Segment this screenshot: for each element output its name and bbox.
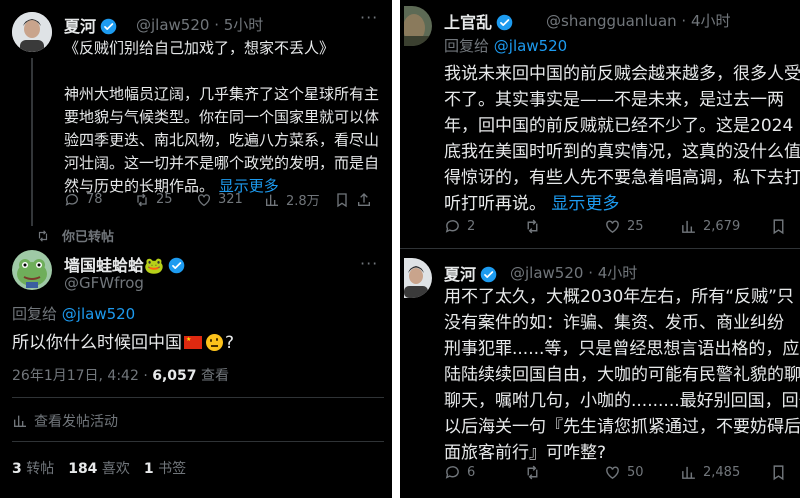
views-chart-icon xyxy=(266,194,278,206)
reply-to-line: 回复给 @jlaw520 xyxy=(12,305,136,323)
verified-badge-icon xyxy=(496,14,513,35)
divider xyxy=(400,248,800,249)
views-chart-icon xyxy=(682,466,695,479)
engagement-counts: 3 转帖 184 喜欢 1 书签 xyxy=(12,458,186,478)
tweet-text: 《反贼们别给自己加戏了，想家不丢人》 神州大地幅员辽阔，几乎集齐了这个星球所有主… xyxy=(64,39,380,195)
reply-button[interactable]: 6 xyxy=(444,464,524,481)
reply-button[interactable]: 78 xyxy=(64,192,134,208)
tweet-text: 我说未来回中国的前反贼会越来越多，很多人受 不了。其实事实是——不是未来，是过去… xyxy=(444,64,800,214)
tweet-actions: 2 25 2,679 xyxy=(444,218,800,235)
divider xyxy=(12,397,384,398)
tweet-text: 用不了太久，大概2030年左右，所有“反贼”只 没有案件的如：诈骗、集资、发币、… xyxy=(444,287,800,463)
bookmark-button[interactable] xyxy=(770,464,793,481)
heart-icon xyxy=(606,220,619,234)
bookmark-icon xyxy=(773,465,784,481)
verified-badge-icon xyxy=(100,18,117,39)
thread-connector xyxy=(31,58,33,226)
reply-to-handle-link[interactable]: @jlaw520 xyxy=(494,37,567,55)
tweet-text: 所以你什么时候回中国 ★? xyxy=(12,333,235,353)
author-handle[interactable]: @jlaw520 · 4小时 xyxy=(510,262,637,283)
tweet-timestamp: 26年1月17日, 4:42 · 6,057 查看 xyxy=(12,368,229,384)
retweet-icon xyxy=(527,465,538,480)
like-button[interactable]: 321 xyxy=(196,192,264,208)
views-chart-icon xyxy=(14,415,26,427)
retweet-count[interactable]: 3 转帖 xyxy=(12,458,54,478)
avatar[interactable] xyxy=(12,12,52,52)
reply-button[interactable]: 2 xyxy=(444,218,524,235)
author-name[interactable]: 上官乱 xyxy=(444,9,513,35)
avatar[interactable] xyxy=(404,6,432,46)
verified-badge-icon xyxy=(168,257,185,278)
heart-icon xyxy=(606,466,619,480)
view-post-activity-link[interactable]: 查看发帖活动 xyxy=(12,411,118,431)
author-handle[interactable]: @GFWfrog xyxy=(64,274,144,292)
author-handle[interactable]: @shangguanluan · 4小时 xyxy=(546,10,731,31)
china-flag-icon: ★ xyxy=(184,336,202,349)
reply-to-line: 回复给 @jlaw520 xyxy=(444,37,568,55)
bookmark-count[interactable]: 1 书签 xyxy=(144,458,186,478)
like-count[interactable]: 184 喜欢 xyxy=(68,458,130,478)
divider xyxy=(12,441,384,442)
reply-icon xyxy=(445,466,459,479)
show-more-link[interactable]: 显示更多 xyxy=(551,194,619,214)
reply-icon xyxy=(445,220,459,233)
more-options-icon[interactable]: ··· xyxy=(360,8,378,27)
retweet-icon xyxy=(527,219,538,234)
views-button[interactable]: 2,485 xyxy=(680,464,770,481)
views-chart-icon xyxy=(682,220,695,233)
like-button[interactable]: 25 xyxy=(604,218,680,235)
bookmark-button[interactable] xyxy=(770,218,793,235)
author-name[interactable]: 夏河 xyxy=(64,13,117,39)
author-handle[interactable]: @jlaw520 · 5小时 xyxy=(136,14,263,35)
reply-icon xyxy=(65,193,78,206)
reply-to-handle-link[interactable]: @jlaw520 xyxy=(62,305,135,323)
tweet-actions: 6 50 2,485 xyxy=(444,464,800,481)
retweet-button[interactable] xyxy=(524,218,604,235)
views-button[interactable]: 2.8万 xyxy=(264,190,334,209)
retweet-button[interactable] xyxy=(524,464,604,481)
share-icon xyxy=(358,192,370,206)
bookmark-icon xyxy=(337,192,347,207)
avatar[interactable] xyxy=(12,250,52,290)
thinking-face-icon xyxy=(206,334,223,351)
retweeted-indicator: 你已转帖 xyxy=(36,226,114,245)
share-button[interactable] xyxy=(356,192,378,208)
heart-icon xyxy=(198,193,210,206)
retweet-button[interactable]: 25 xyxy=(134,192,196,208)
panel-divider xyxy=(392,0,400,498)
avatar[interactable] xyxy=(404,258,432,298)
views-button[interactable]: 2,679 xyxy=(680,218,770,235)
tweet-actions: 78 25 321 2.8万 xyxy=(64,190,384,209)
right-screenshot-panel: 上官乱 @shangguanluan · 4小时 回复给 @jlaw520 我说… xyxy=(400,0,800,498)
retweet-icon xyxy=(38,229,48,242)
retweet-icon xyxy=(137,193,147,206)
like-button[interactable]: 50 xyxy=(604,464,680,481)
left-screenshot-panel: 夏河 @jlaw520 · 5小时 ··· 《反贼们别给自己加戏了，想家不丢人》… xyxy=(0,0,392,498)
bookmark-icon xyxy=(773,219,784,235)
bookmark-button[interactable] xyxy=(334,192,356,208)
more-options-icon[interactable]: ··· xyxy=(360,254,378,273)
